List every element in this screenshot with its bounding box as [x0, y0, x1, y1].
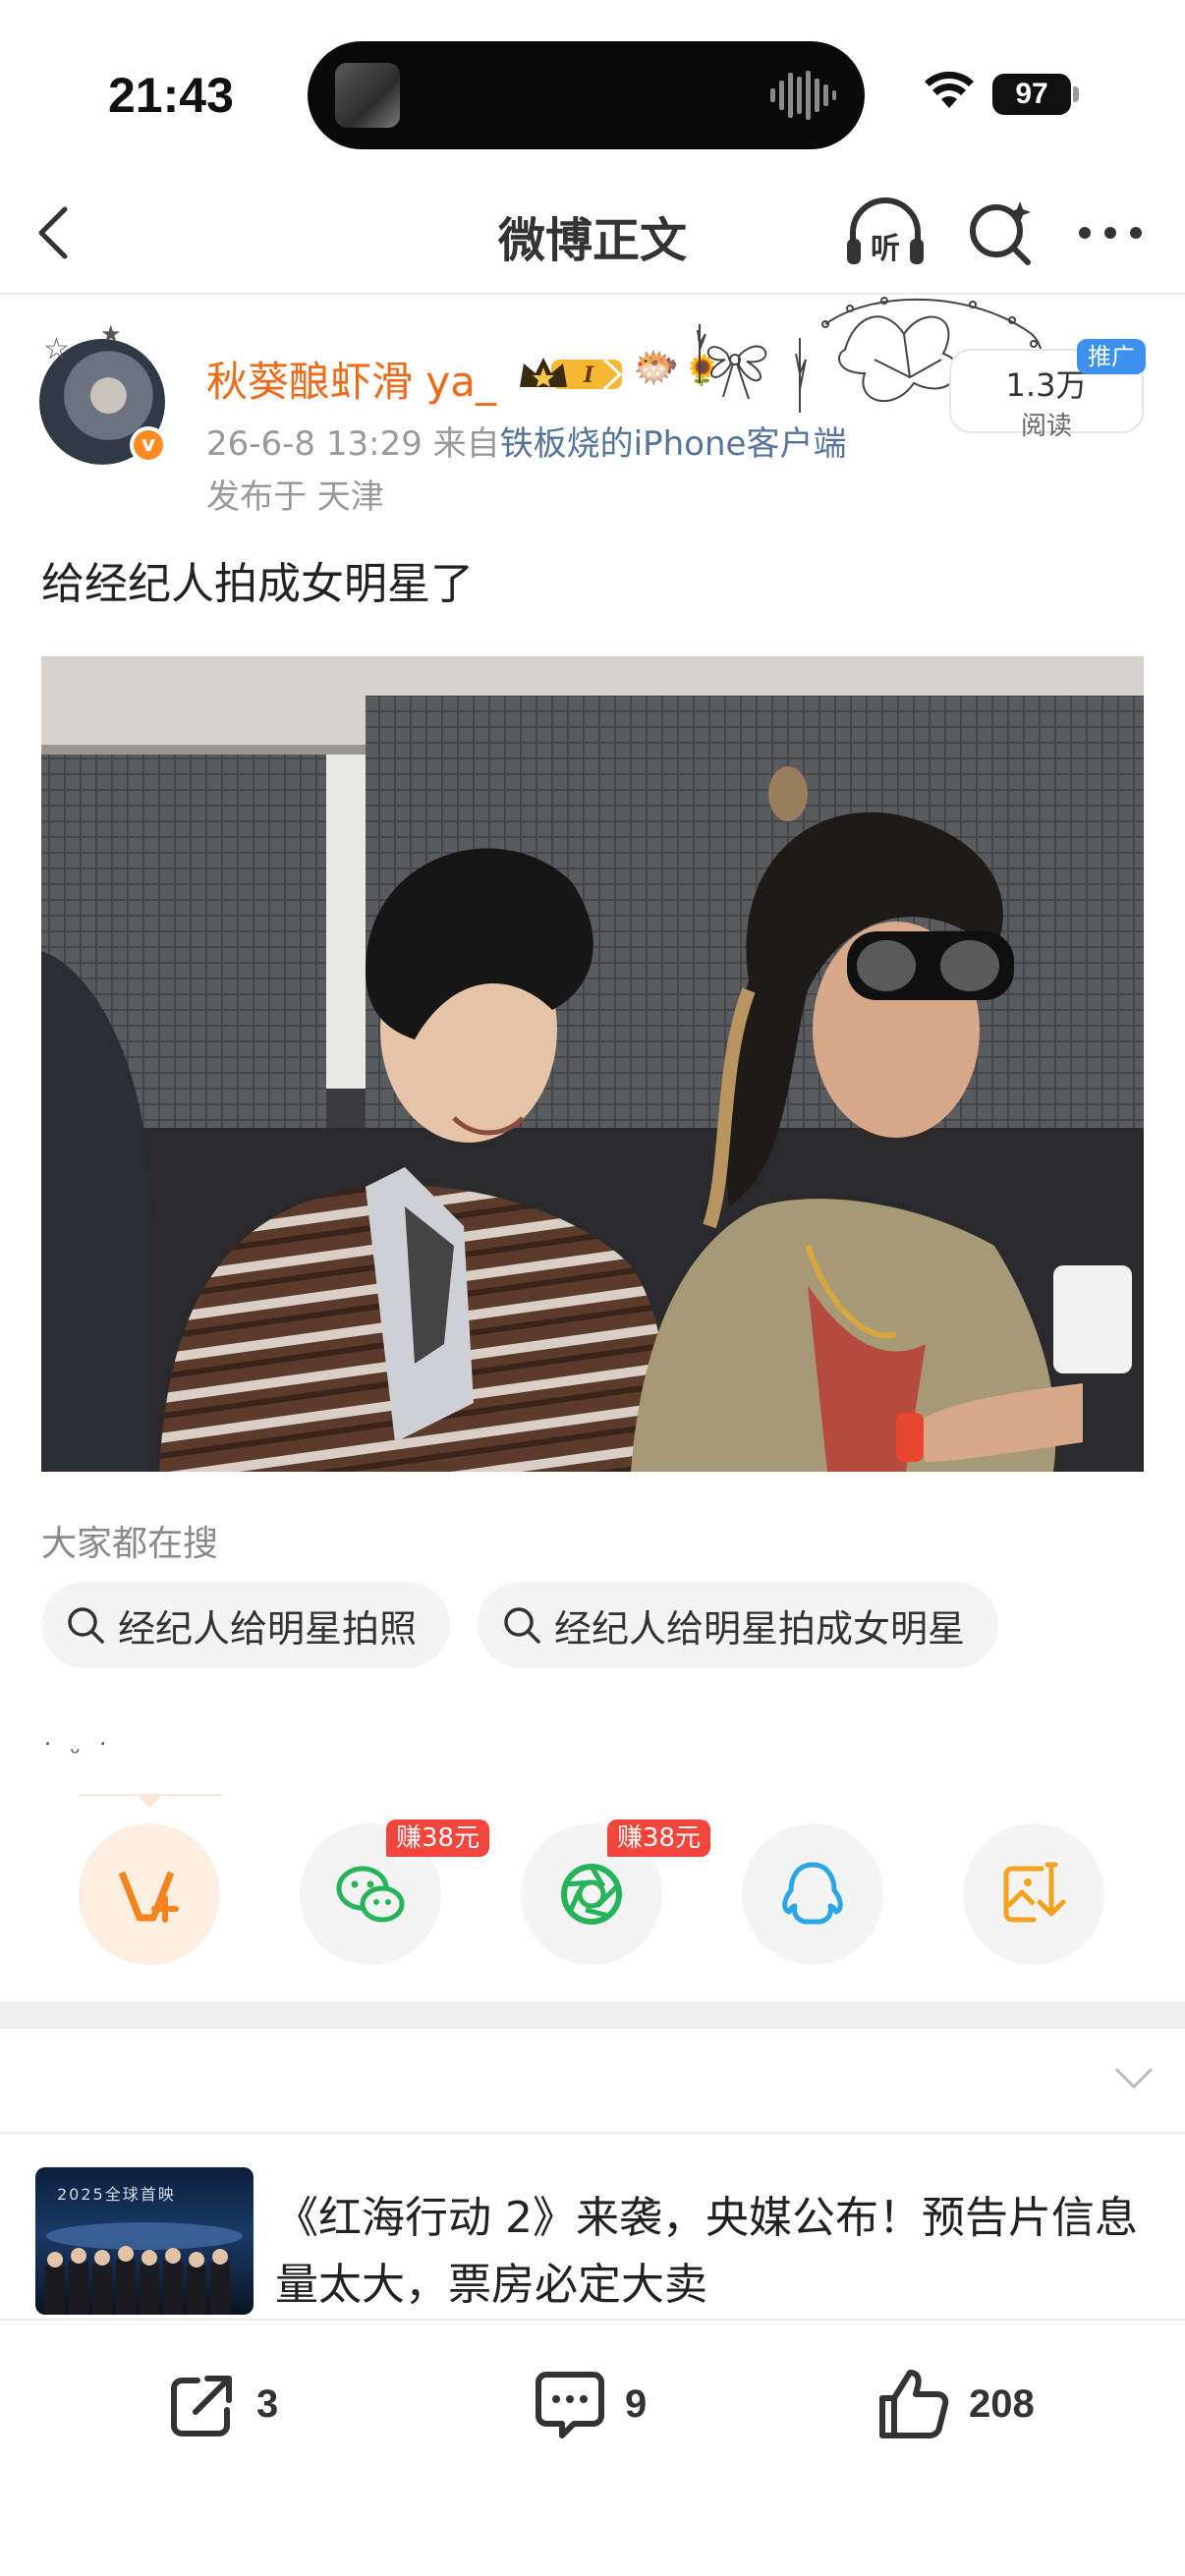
battery-tip — [1073, 86, 1079, 102]
wechat-earn-badge: 赚38元 — [386, 1820, 490, 1857]
save-image-button[interactable] — [963, 1823, 1104, 1965]
star-decoration-icon: ★ — [100, 320, 122, 348]
like-button[interactable]: 208 — [875, 2360, 1035, 2448]
svg-text:I: I — [583, 363, 594, 388]
post-source-link[interactable]: 铁板烧的iPhone客户端 — [500, 424, 847, 464]
search-icon[interactable] — [963, 196, 1038, 270]
member-crown-badge-icon: I — [520, 358, 623, 391]
post-timestamp: 26-6-8 13:29 — [206, 424, 423, 464]
audio-waveform-icon — [770, 71, 836, 120]
status-bar: 21:43 97 — [0, 0, 1185, 172]
post-photo-illustration — [41, 656, 1144, 1472]
moments-aperture-icon — [561, 1864, 622, 1925]
qq-penguin-icon — [782, 1862, 843, 1925]
repost-count: 3 — [256, 2381, 279, 2426]
thumbnail-image — [45, 2222, 243, 2315]
post-photo[interactable] — [41, 656, 1144, 1472]
source-prefix: 来自 — [432, 424, 500, 464]
divider-line — [0, 2132, 1185, 2134]
wifi-icon — [925, 71, 974, 108]
trending-chip[interactable]: 经纪人给明星拍照 — [41, 1582, 451, 1668]
trending-title: 大家都在搜 — [41, 1524, 219, 1564]
author-name[interactable]: 秋葵酿虾滑 ya_ — [206, 349, 496, 409]
status-time: 21:43 — [108, 68, 234, 123]
star-decoration-icon: ☆ — [43, 332, 70, 366]
trending-chip-label: 经纪人给明星拍照 — [118, 1606, 418, 1651]
dynamic-island[interactable] — [308, 41, 865, 149]
post-meta: 26-6-8 13:29 来自铁板烧的iPhone客户端 — [206, 417, 846, 465]
repost-icon — [171, 2376, 232, 2436]
post-text: 给经纪人拍成女明星了 — [41, 559, 474, 609]
kaomoji-text: ˙ ᵕ ˙ — [41, 1739, 114, 1768]
save-image-icon — [1003, 1862, 1066, 1923]
moments-earn-badge: 赚38元 — [607, 1820, 711, 1857]
now-playing-thumbnail — [335, 63, 400, 128]
search-icon — [504, 1607, 540, 1644]
search-icon — [68, 1607, 104, 1644]
share-qq-button[interactable] — [742, 1823, 883, 1965]
trending-chip[interactable]: 经纪人给明星拍成女明星 — [478, 1582, 999, 1668]
more-icon[interactable] — [1073, 197, 1148, 268]
chevron-down-icon[interactable] — [1112, 2063, 1156, 2093]
verified-badge-icon: v — [130, 426, 167, 464]
share-indicator-arrow — [136, 1794, 163, 1808]
comment-button[interactable]: 9 — [531, 2360, 647, 2448]
battery-icon: 97 — [992, 74, 1071, 115]
read-label: 阅读 — [1020, 412, 1072, 441]
bottom-action-bar: 3 9 208 — [0, 2319, 1185, 2576]
comment-count: 9 — [625, 2381, 648, 2426]
recommendation-title[interactable]: 《红海行动 2》来袭，央媒公布！预告片信息量太大，票房必定大卖 — [275, 2185, 1140, 2319]
pufferfish-icon: 🐡 — [633, 346, 680, 389]
listen-headphones-icon[interactable]: 听 — [843, 194, 928, 272]
wechat-icon — [336, 1866, 405, 1923]
recommendation-thumbnail[interactable]: 2025全球首映 — [35, 2167, 254, 2315]
nav-bar: 微博正文 听 — [0, 172, 1185, 295]
like-count: 208 — [969, 2381, 1035, 2426]
vplus-icon — [118, 1871, 179, 1923]
listen-label: 听 — [871, 232, 900, 266]
comment-icon — [536, 2372, 604, 2438]
trending-chip-label: 经纪人给明星拍成女明星 — [554, 1606, 966, 1651]
section-divider — [0, 2001, 1185, 2029]
thumbs-up-icon — [879, 2370, 949, 2438]
repost-button[interactable]: 3 — [162, 2360, 278, 2448]
post-location: 发布于 天津 — [206, 477, 384, 517]
share-to-vplus-button[interactable] — [79, 1823, 220, 1965]
promo-tag: 推广 — [1077, 339, 1146, 374]
